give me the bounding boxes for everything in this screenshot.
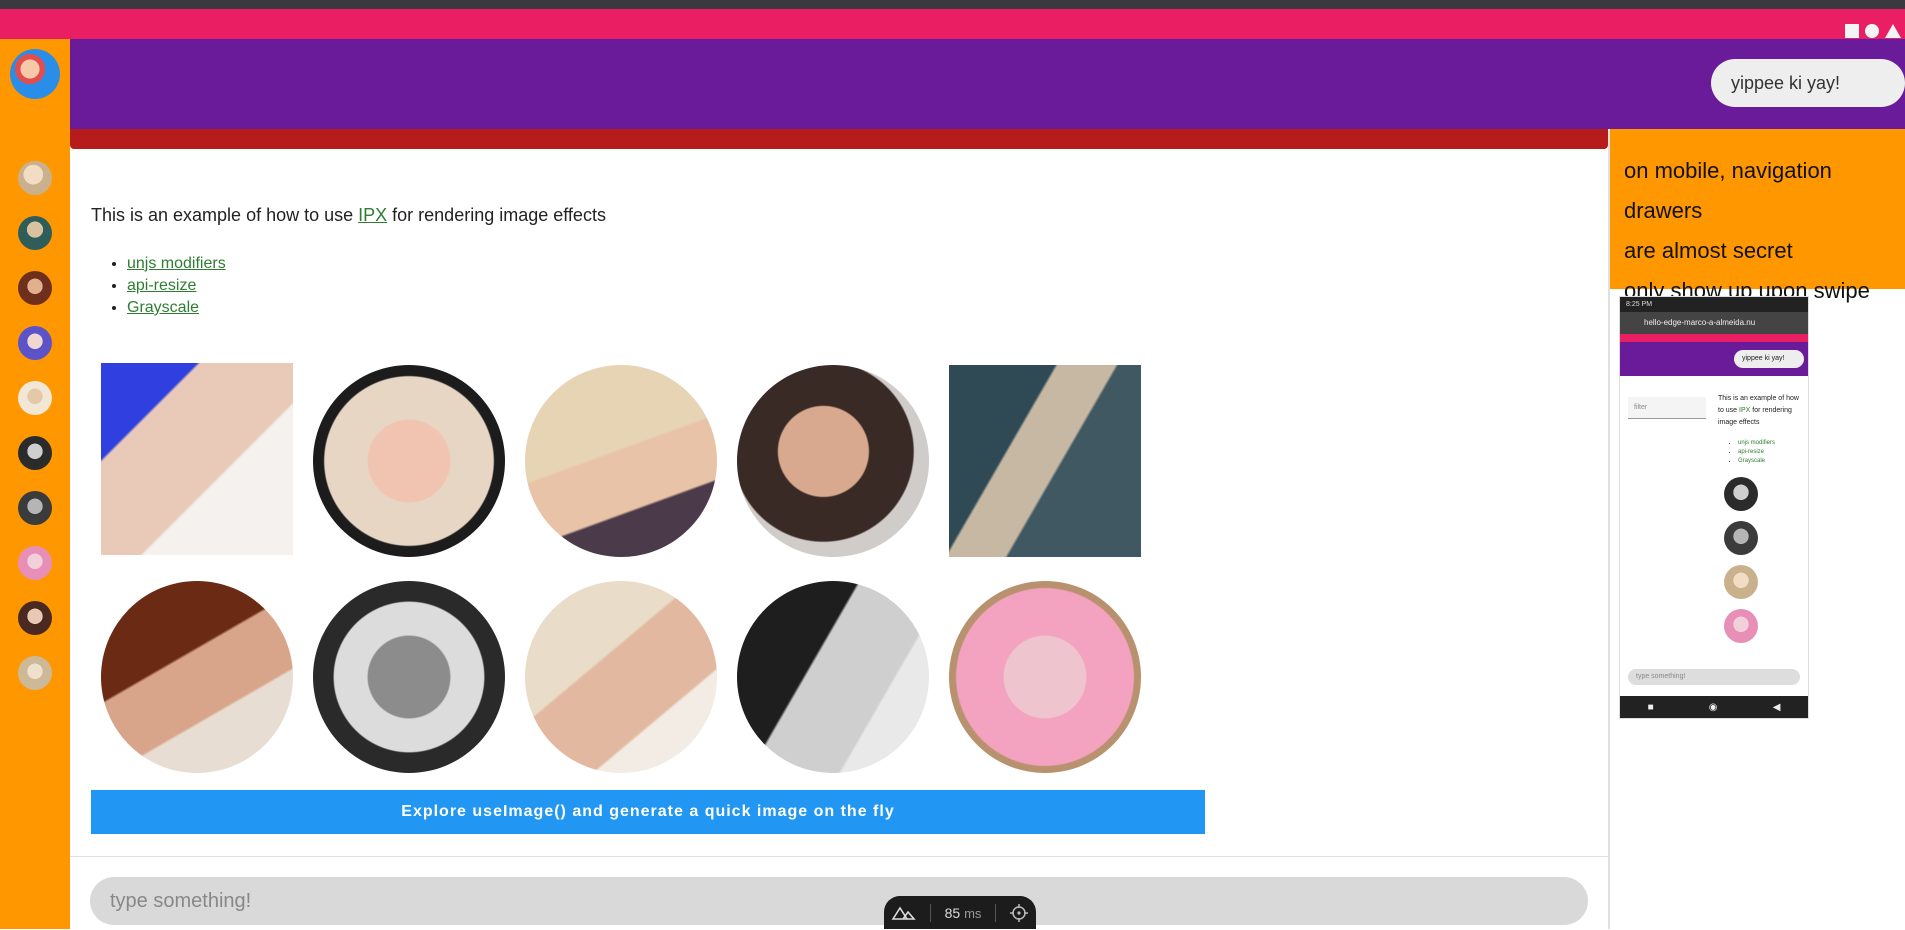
mobile-note: on mobile, navigation drawers are almost…: [1610, 129, 1905, 303]
phone-link: Grayscale: [1738, 458, 1766, 464]
gallery-image[interactable]: [737, 365, 929, 557]
rail-avatar[interactable]: [18, 436, 52, 470]
main-content: This is an example of how to use IPX for…: [70, 149, 1608, 854]
intro-suffix: for rendering image effects: [387, 205, 606, 225]
divider: [994, 903, 996, 922]
rail-avatar[interactable]: [18, 271, 52, 305]
crosshair-icon[interactable]: [1009, 903, 1029, 923]
gallery-image[interactable]: [101, 581, 293, 773]
phone-intro-text: This is an example of how to use IPX for…: [1718, 393, 1804, 429]
list-item: api-resize: [1738, 448, 1775, 457]
devtools-perf-badge[interactable]: 85 ms: [884, 896, 1036, 929]
phone-link: unjs modifiers: [1738, 440, 1776, 446]
list-item: unjs modifiers: [1738, 439, 1775, 448]
header-bar: yippee ki yay!: [70, 39, 1905, 129]
rail-avatar[interactable]: [18, 326, 52, 360]
circle-icon[interactable]: [1865, 24, 1879, 38]
phone-ipx-link: IPX: [1739, 407, 1751, 414]
unjs-modifiers-link[interactable]: unjs modifiers: [127, 255, 226, 272]
phone-header: yippee ki yay!: [1620, 342, 1808, 376]
intro-text: This is an example of how to use IPX for…: [91, 205, 606, 226]
gallery-image[interactable]: [737, 581, 929, 773]
intro-prefix: This is an example of how to use: [91, 205, 359, 225]
phone-url-bar: hello-edge-marco-a-almeida.nu: [1620, 312, 1808, 334]
gallery-image[interactable]: [313, 365, 505, 557]
gallery-image[interactable]: [949, 581, 1141, 773]
note-line: on mobile, navigation drawers: [1624, 158, 1832, 223]
grayscale-link[interactable]: Grayscale: [127, 299, 199, 316]
rail-avatar[interactable]: [18, 491, 52, 525]
window-controls: [1845, 24, 1901, 38]
phone-message-input: type something!: [1628, 669, 1800, 685]
nuxt-logo-icon: [891, 906, 916, 920]
back-icon: ◀: [1772, 701, 1781, 713]
app-logo-avatar[interactable]: [10, 49, 60, 99]
circle-icon: ◉: [1708, 701, 1718, 713]
gallery-image[interactable]: [313, 581, 505, 773]
gallery-image[interactable]: [525, 365, 717, 557]
phone-screenshot: 8:25 PM hello-edge-marco-a-almeida.nu yi…: [1620, 297, 1808, 718]
phone-filter-select: filter: [1628, 397, 1706, 419]
top-app-bar: [0, 9, 1905, 39]
explore-useimage-button[interactable]: Explore useImage() and generate a quick …: [91, 790, 1205, 834]
rail-avatar[interactable]: [18, 161, 52, 195]
list-item: unjs modifiers: [127, 253, 226, 275]
phone-pink-bar: [1620, 334, 1808, 342]
square-icon[interactable]: [1845, 24, 1859, 38]
search-input[interactable]: yippee ki yay!: [1711, 59, 1905, 107]
phone-avatar: [1724, 521, 1758, 555]
message-input[interactable]: [90, 877, 1588, 925]
square-icon: ■: [1647, 701, 1654, 713]
rail-avatar[interactable]: [18, 216, 52, 250]
phone-nav-bar: ■ ◉ ◀: [1620, 696, 1808, 718]
list-item: Grayscale: [127, 297, 226, 319]
phone-link: api-resize: [1738, 449, 1765, 455]
rail-avatar[interactable]: [18, 381, 52, 415]
gallery-image[interactable]: [101, 363, 293, 555]
phone-search-input: yippee ki yay!: [1734, 350, 1804, 368]
right-drawer: on mobile, navigation drawers are almost…: [1608, 129, 1905, 929]
divider: [930, 903, 932, 922]
note-line: are almost secret: [1624, 238, 1793, 263]
list-item: Grayscale: [1738, 457, 1775, 466]
perf-readout: 85 ms: [945, 905, 982, 921]
triangle-icon[interactable]: [1885, 24, 1901, 38]
rail-avatar[interactable]: [18, 656, 52, 690]
phone-avatar: [1724, 565, 1758, 599]
phone-avatar: [1724, 609, 1758, 643]
rail-avatar[interactable]: [18, 601, 52, 635]
ipx-link[interactable]: IPX: [358, 205, 387, 225]
perf-unit: ms: [964, 905, 982, 921]
phone-avatar: [1724, 477, 1758, 511]
list-item: api-resize: [127, 275, 226, 297]
gallery-image[interactable]: [949, 365, 1141, 557]
rail-avatar[interactable]: [18, 546, 52, 580]
header-accent-bar: [70, 129, 1608, 149]
perf-value: 85: [944, 904, 961, 921]
navigation-rail: [0, 39, 70, 929]
example-links: unjs modifiers api-resize Grayscale: [91, 253, 226, 319]
api-resize-link[interactable]: api-resize: [127, 277, 196, 294]
gallery-image[interactable]: [525, 581, 717, 773]
message-bar: [70, 856, 1608, 930]
phone-links: unjs modifiers api-resize Grayscale: [1730, 439, 1775, 466]
phone-status-bar: 8:25 PM: [1620, 297, 1808, 312]
browser-strip: [0, 0, 1905, 9]
